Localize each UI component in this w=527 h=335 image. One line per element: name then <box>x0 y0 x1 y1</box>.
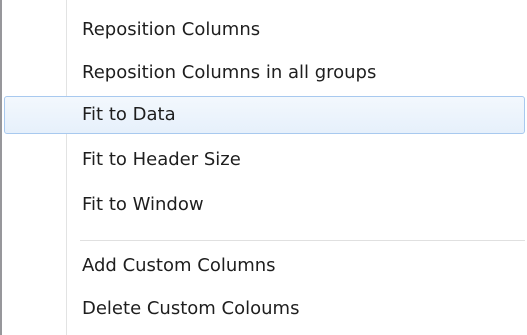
menu-item-fit-to-window[interactable]: Fit to Window <box>8 187 525 225</box>
menu-item-reposition-columns-all-groups[interactable]: Reposition Columns in all groups <box>8 55 525 93</box>
menu-item-fit-to-header-size[interactable]: Fit to Header Size <box>8 142 525 180</box>
menu-separator <box>80 240 525 242</box>
menu-item-fit-to-data[interactable]: Fit to Data <box>4 96 525 134</box>
menu-item-reposition-columns[interactable]: Reposition Columns <box>8 12 525 50</box>
menu-item-add-custom-columns[interactable]: Add Custom Columns <box>8 248 525 286</box>
menu-item-delete-custom-columns[interactable]: Delete Custom Coloums <box>8 291 525 329</box>
context-menu: Reposition Columns Reposition Columns in… <box>0 0 527 335</box>
